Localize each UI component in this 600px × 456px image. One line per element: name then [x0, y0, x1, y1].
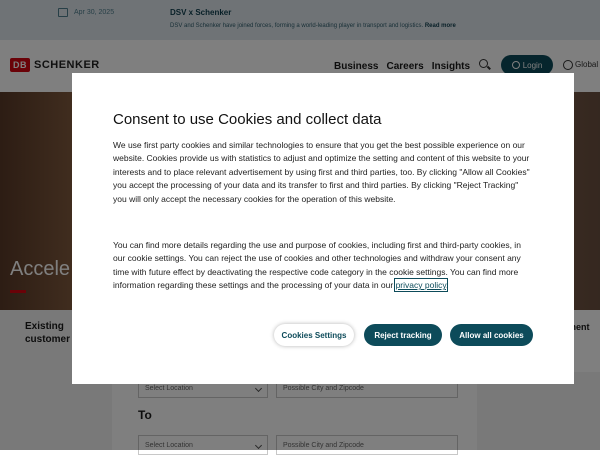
privacy-suffix: . — [445, 280, 449, 291]
cookies-settings-button[interactable]: Cookies Settings — [274, 324, 354, 346]
dialog-title: Consent to use Cookies and collect data — [113, 111, 382, 128]
consent-paragraph-2-text: You can find more details regarding the … — [113, 240, 521, 291]
consent-paragraph-1: We use first party cookies and similar t… — [113, 140, 530, 204]
cookie-consent-dialog: Consent to use Cookies and collect data … — [72, 73, 574, 384]
reject-tracking-button[interactable]: Reject tracking — [364, 324, 442, 346]
consent-paragraph-2: You can find more details regarding the … — [113, 239, 533, 293]
allow-all-cookies-button[interactable]: Allow all cookies — [450, 324, 533, 346]
privacy-policy-link[interactable]: privacy policy — [393, 278, 448, 293]
